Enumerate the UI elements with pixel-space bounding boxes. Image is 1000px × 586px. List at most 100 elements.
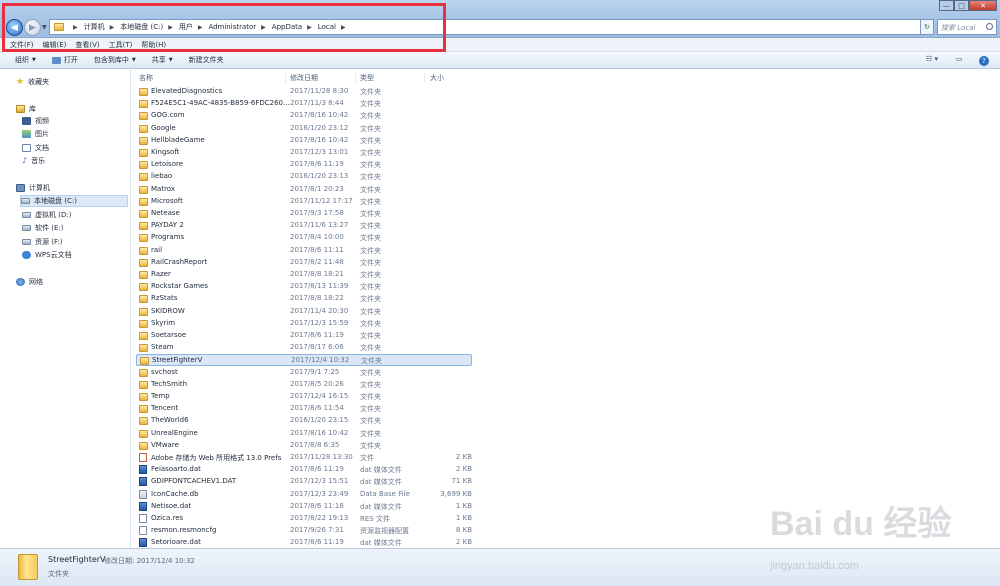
view-options-button[interactable]: ☷ ▾	[926, 55, 938, 63]
file-row[interactable]: GOG.com 2017/8/16 10:42 文件夹	[136, 110, 472, 122]
file-row[interactable]: Razer 2017/8/8 18:21 文件夹	[136, 269, 472, 281]
file-row[interactable]: Programs 2017/8/4 10:00 文件夹	[136, 232, 472, 244]
history-dropdown-button[interactable]: ▼	[42, 24, 47, 31]
file-row[interactable]: Kingsoft 2017/12/3 13:01 文件夹	[136, 147, 472, 159]
file-row[interactable]: Netisoe.dat 2017/8/6 11:18 dat 媒体文件 1 KB	[136, 501, 472, 513]
file-row[interactable]: RailCrashReport 2017/8/2 11:48 文件夹	[136, 257, 472, 269]
menu-help[interactable]: 帮助(H)	[141, 40, 166, 50]
breadcrumb-item-local[interactable]: Local	[318, 23, 336, 31]
file-date: 2016/1/20 23:12	[290, 123, 349, 132]
menu-file[interactable]: 文件(F)	[10, 40, 34, 50]
cloud-icon	[22, 251, 31, 259]
file-type: 文件夹	[360, 112, 381, 121]
new-folder-button[interactable]: 新建文件夹	[189, 55, 224, 65]
forward-button[interactable]: ▶	[24, 19, 41, 36]
breadcrumb-item-computer[interactable]: 计算机	[84, 22, 105, 32]
file-row[interactable]: ElevatedDiagnostics 2017/11/28 8:30 文件夹	[136, 86, 472, 98]
breadcrumb-chevron-icon[interactable]: ▶	[341, 24, 346, 31]
file-row[interactable]: IconCache.db 2017/12/3 23:49 Data Base Fil…	[136, 489, 472, 501]
file-type: 文件夹	[360, 124, 381, 133]
breadcrumb-item-appdata[interactable]: AppData	[272, 23, 302, 31]
file-row[interactable]: F524E5C1-49AC-4835-B859-6FDC260... 2017/1…	[136, 98, 472, 110]
file-row[interactable]: resmon.resmoncfg 2017/9/26 7:31 资源监视器配置 8 K…	[136, 525, 472, 537]
file-row[interactable]: GDIPFONTCACHEV1.DAT 2017/12/3 15:51 dat 媒体…	[136, 476, 472, 488]
refresh-button[interactable]: ↻	[920, 19, 934, 35]
file-type: 文件夹	[360, 161, 381, 170]
column-divider[interactable]	[424, 73, 425, 83]
breadcrumb-item-drive-c[interactable]: 本地磁盘 (C:)	[120, 22, 163, 32]
file-row[interactable]: PAYDAY 2 2017/11/6 13:27 文件夹	[136, 220, 472, 232]
sidebar-item-label: 虚拟机 (D:)	[35, 211, 72, 219]
file-name: RailCrashReport	[151, 257, 208, 266]
sidebar-item-drive-f[interactable]: 资源 (F:)	[22, 236, 63, 248]
file-row[interactable]: Google 2016/1/20 23:12 文件夹	[136, 123, 472, 135]
breadcrumb-chevron-icon[interactable]: ▶	[307, 24, 312, 31]
address-bar[interactable]: ▶ 计算机 ▶ 本地磁盘 (C:) ▶ 用户 ▶ Administrator ▶…	[49, 19, 923, 35]
search-input[interactable]: 搜索 Local	[937, 19, 997, 35]
file-row[interactable]: Tencent 2017/8/6 11:54 文件夹	[136, 403, 472, 415]
sidebar-item-network[interactable]: 网络	[16, 276, 43, 288]
file-row[interactable]: UnrealEngine 2017/8/16 10:42 文件夹	[136, 428, 472, 440]
sidebar-item-wps-cloud[interactable]: WPS云文档	[22, 249, 72, 261]
column-divider[interactable]	[355, 73, 356, 83]
sidebar-item-drive-e[interactable]: 软件 (E:)	[22, 222, 63, 234]
file-row[interactable]: svchost 2017/9/1 7:25 文件夹	[136, 367, 472, 379]
breadcrumb-chevron-icon[interactable]: ▶	[73, 24, 78, 31]
share-button[interactable]: 共享 ▼	[152, 55, 173, 65]
file-row[interactable]: Ozica.res 2017/8/22 19:13 RES 文件 1 KB	[136, 513, 472, 525]
sidebar-item-music[interactable]: ♪ 音乐	[22, 155, 45, 167]
file-row[interactable]: liebao 2016/1/20 23:13 文件夹	[136, 171, 472, 183]
file-row[interactable]: rail 2017/8/6 11:11 文件夹	[136, 245, 472, 257]
file-row[interactable]: Adobe 存储为 Web 所用格式 13.0 Prefs 2017/11/28 …	[136, 452, 472, 464]
breadcrumb-item-users[interactable]: 用户	[179, 22, 193, 32]
sidebar-item-documents[interactable]: 文档	[22, 142, 49, 154]
help-icon[interactable]: ?	[979, 56, 989, 66]
back-button[interactable]: ◀	[6, 19, 23, 36]
sidebar-item-drive-c[interactable]: 本地磁盘 (C:)	[20, 195, 128, 207]
menu-view[interactable]: 查看(V)	[75, 40, 99, 50]
file-row[interactable]: Rockstar Games 2017/8/13 11:39 文件夹	[136, 281, 472, 293]
sidebar-item-computer[interactable]: 计算机	[16, 182, 50, 194]
file-row[interactable]: TechSmith 2017/8/5 20:26 文件夹	[136, 379, 472, 391]
sidebar-item-favorites[interactable]: ★ 收藏夹	[16, 76, 49, 88]
file-row[interactable]: Steam 2017/8/17 6:06 文件夹	[136, 342, 472, 354]
preview-pane-button[interactable]: ▭	[956, 55, 963, 63]
include-in-library-button[interactable]: 包含到库中 ▼	[94, 55, 136, 65]
column-header-name[interactable]: 名称	[139, 73, 153, 83]
sidebar-item-videos[interactable]: 视频	[22, 115, 49, 127]
breadcrumb-chevron-icon[interactable]: ▶	[261, 24, 266, 31]
file-row[interactable]: VMware 2017/8/8 6:35 文件夹	[136, 440, 472, 452]
file-row[interactable]: Temp 2017/12/4 16:15 文件夹	[136, 391, 472, 403]
breadcrumb-item-administrator[interactable]: Administrator	[208, 23, 256, 31]
column-header-type[interactable]: 类型	[360, 73, 374, 83]
file-row[interactable]: SKIDROW 2017/11/4 20:30 文件夹	[136, 306, 472, 318]
file-row[interactable]: RzStats 2017/8/8 18:22 文件夹	[136, 293, 472, 305]
breadcrumb-chevron-icon[interactable]: ▶	[168, 24, 173, 31]
sidebar-item-libraries[interactable]: 库	[16, 103, 36, 115]
maximize-button[interactable]: □	[954, 0, 969, 11]
sidebar-item-pictures[interactable]: 图片	[22, 128, 49, 140]
organize-button[interactable]: 组织 ▼	[15, 55, 36, 65]
close-button[interactable]: ✕	[969, 0, 997, 11]
breadcrumb-chevron-icon[interactable]: ▶	[110, 24, 115, 31]
file-row[interactable]: Matrox 2017/8/1 20:23 文件夹	[136, 184, 472, 196]
column-divider[interactable]	[285, 73, 286, 83]
open-button[interactable]: 打开	[51, 55, 78, 65]
file-row[interactable]: Soetarsoe 2017/8/6 11:19 文件夹	[136, 330, 472, 342]
file-row[interactable]: Feiasoarto.dat 2017/8/6 11:19 dat 媒体文件 2 KB	[136, 464, 472, 476]
file-row[interactable]: Skyrim 2017/12/3 15:59 文件夹	[136, 318, 472, 330]
file-row[interactable]: Letoisore 2017/8/6 11:19 文件夹	[136, 159, 472, 171]
file-row[interactable]: StreetFighterV 2017/12/4 10:32 文件夹	[136, 354, 472, 367]
file-row[interactable]: TheWorld6 2016/1/20 23:15 文件夹	[136, 415, 472, 427]
menu-edit[interactable]: 编辑(E)	[43, 40, 67, 50]
breadcrumb-chevron-icon[interactable]: ▶	[198, 24, 203, 31]
column-header-date[interactable]: 修改日期	[290, 73, 318, 83]
file-row[interactable]: Microsoft 2017/11/12 17:17 文件夹	[136, 196, 472, 208]
minimize-button[interactable]: —	[939, 0, 954, 11]
column-header-size[interactable]: 大小	[430, 73, 444, 83]
file-type: dat 媒体文件	[360, 478, 402, 487]
file-row[interactable]: HellbladeGame 2017/8/16 10:42 文件夹	[136, 135, 472, 147]
menu-tools[interactable]: 工具(T)	[109, 40, 133, 50]
file-row[interactable]: Netease 2017/9/3 17:58 文件夹	[136, 208, 472, 220]
sidebar-item-drive-d[interactable]: 虚拟机 (D:)	[22, 209, 71, 221]
